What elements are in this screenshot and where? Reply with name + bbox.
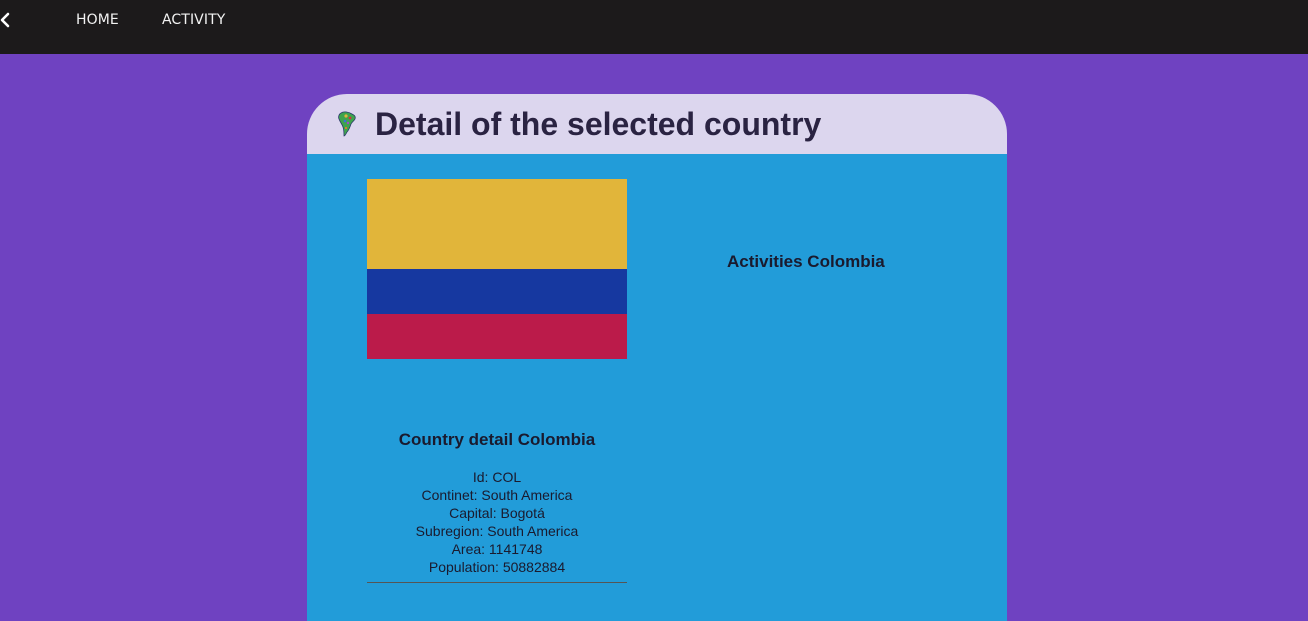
page-title: Detail of the selected country: [375, 106, 822, 142]
country-id: Id: COL: [472, 469, 522, 485]
south-america-map-icon: [337, 110, 359, 138]
country-flag: [367, 179, 627, 359]
flag-blue-stripe: [367, 269, 627, 314]
card-body: Country detail Colombia Id: COL Continet…: [307, 154, 1007, 621]
country-detail-section: Country detail Colombia Id: COL Continet…: [367, 430, 627, 583]
country-subregion: Subregion: South America: [415, 523, 579, 539]
top-navbar: HOME ACTIVITY: [0, 0, 1308, 54]
activities-title: Activities Colombia: [727, 252, 885, 271]
back-icon[interactable]: [0, 10, 14, 30]
country-population: Population: 50882884: [428, 559, 566, 575]
country-capital: Capital: Bogotá: [449, 505, 545, 521]
flag-red-stripe: [367, 314, 627, 359]
country-detail-title: Country detail Colombia: [398, 430, 596, 449]
country-continent: Continet: South America: [421, 487, 573, 503]
nav-activity-link[interactable]: ACTIVITY: [162, 12, 225, 28]
country-area: Area: 1141748: [451, 541, 543, 557]
flag-yellow-stripe: [367, 179, 627, 269]
country-detail-card: Detail of the selected country Country d…: [307, 94, 1007, 621]
divider: [367, 582, 627, 583]
nav-home-link[interactable]: HOME: [76, 12, 119, 28]
card-header: Detail of the selected country: [307, 94, 1007, 154]
